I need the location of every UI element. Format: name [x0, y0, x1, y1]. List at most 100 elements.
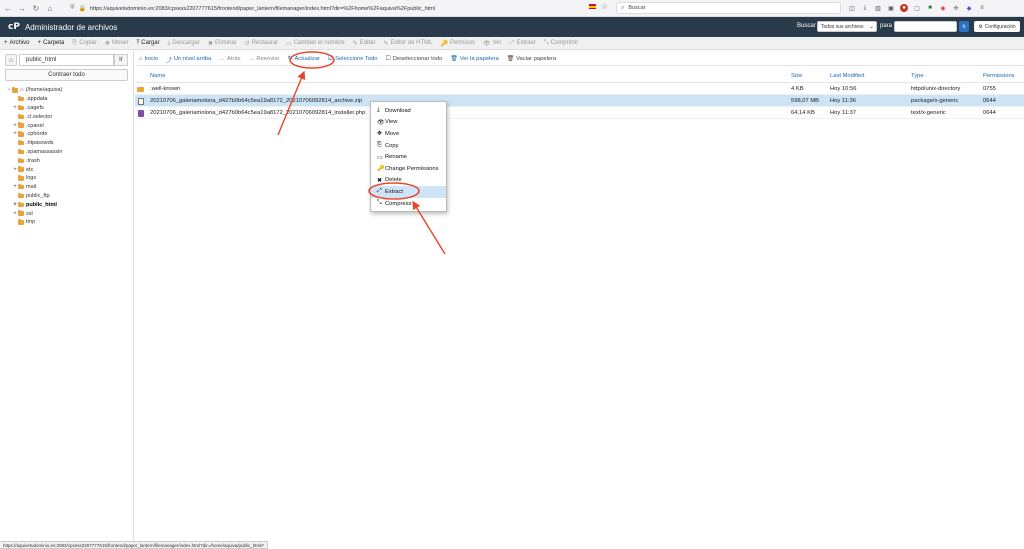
tree-item-cagefs[interactable]: + .cagefs	[6, 104, 131, 113]
file-name: .well-known	[150, 85, 181, 92]
address-bar[interactable]: ⛨ 🔒 https://aquivetudominio.es:2083/cpse…	[70, 3, 615, 14]
action-seleccione-todo-button[interactable]: ☑ Seleccione Todo	[328, 56, 378, 62]
search-input[interactable]	[894, 21, 957, 32]
status-bar: https://aquivetudominio.es:2083/cpsess22…	[0, 541, 268, 549]
puzzle-icon[interactable]: ✣	[952, 4, 960, 12]
tree-item-cpanel[interactable]: + .cpanel	[6, 121, 131, 130]
settings-button[interactable]: ⚙ Configuración	[974, 21, 1020, 32]
table-row[interactable]: .well-known 4 KB Hoy 10:56 httpd/unix-direc…	[135, 83, 1024, 95]
tree-item-home-aquiva[interactable]: − ⌂ (/home/aquiva)	[6, 86, 131, 95]
context-copy-item[interactable]: ⎘ Copy	[371, 140, 446, 152]
tree-item-trash[interactable]: .trash	[6, 156, 131, 165]
collapse-all-button[interactable]: Contraer todo	[5, 69, 128, 81]
action-label: Inicio	[144, 56, 159, 62]
action-un-nivel-arriba-button[interactable]: ⤴ Un nivel arriba	[166, 55, 211, 64]
home-button[interactable]: ⌂	[5, 54, 17, 66]
search-go-button[interactable]: Ir	[959, 21, 969, 32]
adblock-icon[interactable]: ●	[900, 4, 908, 12]
toolbar-mover-button[interactable]: ✥ Mover	[105, 40, 129, 47]
context-compress-item[interactable]: ⤡ Compress	[371, 198, 446, 210]
forward-icon[interactable]: →	[16, 2, 28, 14]
action-vaciar-papelera-button[interactable]: 🗑 Vaciar papelera	[507, 56, 557, 62]
column-type[interactable]: Type	[911, 73, 924, 79]
action-seleccione-todo-icon: ☑	[327, 56, 334, 62]
tree-item-cphorde[interactable]: + .cphorde	[6, 130, 131, 139]
table-row[interactable]: 20210706_galeriamolona_d427b0b64c5ea19a8…	[135, 107, 1024, 119]
action-ver-la-papelera-button[interactable]: 🗑 Ver la papelera	[450, 56, 498, 62]
tree-item-ssl[interactable]: + ssl	[6, 209, 131, 218]
tree-item-label: mail	[26, 184, 37, 191]
toolbar-copiar-button[interactable]: ⎘ Copiar	[72, 40, 97, 47]
context-download-item[interactable]: ⤓ Download	[371, 105, 446, 117]
toolbar-item-label: Mover	[111, 40, 129, 46]
chrome-ext-icon[interactable]: ◉	[939, 4, 947, 12]
toolbar-editar-button[interactable]: ✎ Editar	[353, 40, 376, 47]
toolbar-extraer-button[interactable]: ⤢ Extraer	[510, 40, 536, 47]
column-size[interactable]: Size	[791, 73, 802, 79]
path-input[interactable]: public_html	[19, 54, 114, 66]
column-modified[interactable]: Last Modified	[830, 73, 864, 79]
gear-icon: ⚙	[978, 23, 983, 30]
tree-item-appdata[interactable]: .appdata	[6, 95, 131, 104]
toolbar-item-label: Copiar	[79, 40, 97, 46]
toolbar-permisos-button[interactable]: 🔑 Permisos	[441, 40, 476, 47]
toolbar-permisos-icon: 🔑	[440, 40, 448, 47]
tree-item-tmp[interactable]: tmp	[6, 218, 131, 227]
context-move-item[interactable]: ✥ Move	[371, 128, 446, 140]
toolbar-descargar-button[interactable]: ⤓ Descargar	[168, 40, 200, 47]
shield-ext-icon[interactable]: ■	[926, 4, 934, 12]
tree-item-mail[interactable]: + mail	[6, 183, 131, 192]
tree-item-label: ssl	[26, 210, 33, 217]
tree-item-etc[interactable]: + etc	[6, 165, 131, 174]
toolbar-carpeta-button[interactable]: + Carpeta	[38, 40, 65, 46]
context-rename-item[interactable]: ▭ Rename	[371, 151, 446, 163]
toolbar-cargar-icon: ⤒	[136, 39, 140, 46]
bookmark-star-icon[interactable]: ☆	[601, 2, 608, 11]
toolbar-comprimir-button[interactable]: ⤡ Comprimir	[544, 40, 578, 47]
tree-item-htpasswds[interactable]: .htpasswds	[6, 139, 131, 148]
context-extract-item[interactable]: ⤢ Extract	[371, 186, 446, 198]
action-label: Deseleccionar todo	[392, 56, 443, 62]
toolbar-cargar-button[interactable]: ⤒ Cargar	[137, 40, 160, 47]
action-deseleccionar-todo-button[interactable]: ☐ Deseleccionar todo	[386, 56, 443, 62]
folder-icon	[18, 104, 24, 111]
account-icon[interactable]: ◆	[965, 4, 973, 12]
menu-icon[interactable]: ≡	[978, 4, 986, 12]
toolbar-editar-icon: ✎	[352, 40, 358, 47]
context-change-permissions-item[interactable]: 🔑 Change Permissions	[371, 163, 446, 175]
tree-item-public-html[interactable]: + public_html	[6, 200, 131, 209]
column-permissions[interactable]: Permissions	[983, 73, 1015, 79]
column-name[interactable]: Name	[150, 73, 165, 79]
library-icon[interactable]: ▥	[874, 4, 882, 12]
toolbar-ver-button[interactable]: 👁 Ver	[483, 40, 502, 47]
search-scope-select[interactable]: Todos sus archivos ⌄	[817, 21, 877, 32]
table-row[interactable]: 20210706_galeriamolona_d427b0b64c5ea19a8…	[135, 95, 1024, 107]
sidebar-icon[interactable]: ▣	[887, 4, 895, 12]
toolbar-cambiar-el-nombre-button[interactable]: ▭ Cambiar el nombre	[286, 40, 345, 47]
tree-item-logs[interactable]: logs	[6, 174, 131, 183]
toolbar-archivo-button[interactable]: + Archivo	[4, 40, 30, 46]
action-actualizar-button[interactable]: ↻ Actualizar	[288, 56, 320, 62]
tree-item-public-ftp[interactable]: public_ftp	[6, 192, 131, 201]
action-inicio-button[interactable]: ⌂ Inicio	[139, 56, 158, 62]
toolbar-editor-de-html-button[interactable]: ✎ Editor de HTML	[383, 40, 432, 47]
back-icon[interactable]: ←	[2, 2, 14, 14]
extension-icon[interactable]: ▢	[913, 4, 921, 12]
tree-item-spamassassin[interactable]: .spamassassin	[6, 148, 131, 157]
toolbar-archivo-icon: +	[4, 40, 8, 46]
home-icon[interactable]: ⌂	[44, 2, 56, 14]
action-inicio-icon: ⌂	[139, 56, 143, 62]
context-view-item[interactable]: 👁 View	[371, 117, 446, 129]
context-delete-item[interactable]: ✖ Delete	[371, 175, 446, 187]
shield-icon: ⛨	[70, 5, 75, 11]
pocket-icon[interactable]: ◫	[848, 4, 856, 12]
downloads-icon[interactable]: ⤓	[861, 4, 869, 12]
action-atr-s-button[interactable]: ← Atrás	[219, 56, 240, 62]
toolbar-eliminar-button[interactable]: ✖ Eliminar	[208, 40, 237, 47]
path-go-button[interactable]: Ir	[114, 54, 128, 66]
action-reenviar-button[interactable]: → Reenviar	[249, 56, 280, 62]
browser-search-input[interactable]: ⌕ Buscar	[616, 2, 841, 14]
reload-icon[interactable]: ↻	[30, 2, 42, 14]
tree-item-cl-selector[interactable]: .cl.selector	[6, 112, 131, 121]
toolbar-restaurar-button[interactable]: ↺ Restaurar	[245, 40, 278, 47]
